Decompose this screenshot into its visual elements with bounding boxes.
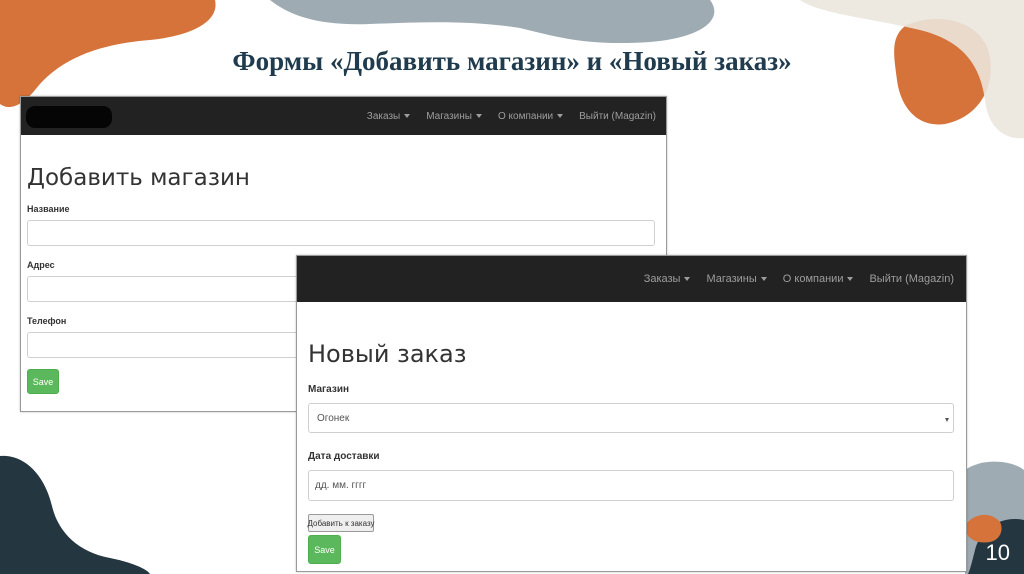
new-order-screenshot: Заказы Магазины О компании Выйти (Magazi… bbox=[296, 255, 967, 572]
nav-stores-label: Магазины bbox=[426, 110, 472, 122]
caret-down-icon bbox=[760, 277, 767, 281]
caret-down-icon bbox=[847, 277, 854, 281]
nav-logout-link[interactable]: Выйти (Magazin) bbox=[579, 111, 656, 122]
store-selected-value: Огонек bbox=[317, 412, 350, 424]
nav-about-label: О компании bbox=[782, 273, 844, 285]
caret-down-icon bbox=[404, 114, 411, 118]
navbar: Заказы Магазины О компании Выйти (Magazi… bbox=[21, 97, 666, 135]
caret-down-icon bbox=[475, 114, 482, 118]
store-label: Магазин bbox=[308, 384, 350, 395]
nav-logout-label: Выйти (Magazin) bbox=[869, 273, 954, 285]
nav-about-dropdown[interactable]: О компании bbox=[497, 110, 564, 122]
redacted-brand-logo bbox=[26, 106, 112, 128]
select-arrow-icon bbox=[945, 418, 949, 422]
add-to-order-button[interactable]: Добавить к заказу bbox=[307, 514, 375, 532]
page-title: Новый заказ bbox=[308, 340, 467, 368]
page-number: 10 bbox=[985, 540, 1010, 565]
slide-title: Формы «Добавить магазин» и «Новый заказ» bbox=[232, 46, 792, 76]
navbar: Заказы Магазины О компании Выйти (Magazi… bbox=[297, 256, 966, 302]
nav-orders-label: Заказы bbox=[643, 273, 681, 285]
nav-stores-dropdown[interactable]: Магазины bbox=[706, 273, 767, 285]
store-select[interactable]: Огонек bbox=[308, 403, 954, 433]
delivery-date-input[interactable]: дд. мм. гггг bbox=[308, 470, 954, 501]
delivery-date-label: Дата доставки bbox=[308, 451, 380, 462]
bottom-left-dark-shape bbox=[0, 455, 150, 574]
name-label: Название bbox=[27, 204, 70, 214]
nav-about-dropdown[interactable]: О компании bbox=[783, 273, 854, 285]
nav-orders-dropdown[interactable]: Заказы bbox=[366, 110, 411, 122]
caret-down-icon bbox=[557, 114, 564, 118]
address-label: Адрес bbox=[27, 260, 55, 270]
nav-about-label: О компании bbox=[497, 110, 554, 122]
name-input[interactable] bbox=[27, 220, 655, 246]
date-placeholder: дд. мм. гггг bbox=[315, 480, 367, 491]
nav-orders-dropdown[interactable]: Заказы bbox=[644, 273, 691, 285]
page-title: Добавить магазин bbox=[27, 165, 250, 191]
nav-orders-label: Заказы bbox=[366, 110, 401, 122]
nav-logout-label: Выйти (Magazin) bbox=[579, 110, 656, 122]
nav-stores-dropdown[interactable]: Магазины bbox=[426, 111, 482, 122]
top-slate-shape bbox=[270, 0, 715, 44]
caret-down-icon bbox=[684, 277, 691, 281]
save-button[interactable]: Save bbox=[308, 535, 341, 564]
phone-label: Телефон bbox=[27, 316, 67, 326]
save-button[interactable]: Save bbox=[27, 369, 59, 394]
nav-logout-link[interactable]: Выйти (Magazin) bbox=[869, 273, 954, 285]
nav-stores-label: Магазины bbox=[706, 273, 757, 285]
